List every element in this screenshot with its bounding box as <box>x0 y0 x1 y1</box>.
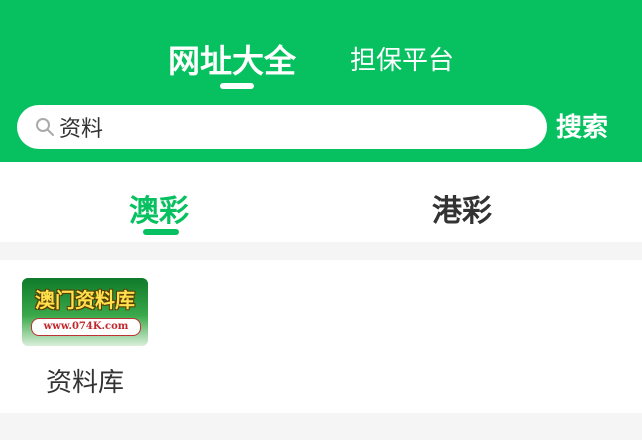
site-grid: 澳门资料库 www.074K.com 资料库 <box>0 260 642 413</box>
header: 网址大全 担保平台 搜索 <box>0 0 642 162</box>
search-input[interactable] <box>59 112 529 142</box>
category-tabs: 澳彩 港彩 <box>0 162 642 242</box>
thumbnail-url: www.074K.com <box>31 318 141 336</box>
site-thumbnail: 澳门资料库 www.074K.com <box>22 278 148 346</box>
active-tab-indicator <box>220 83 254 89</box>
active-category-indicator <box>143 229 179 235</box>
thumbnail-title: 澳门资料库 <box>35 288 135 312</box>
site-item-database[interactable]: 澳门资料库 www.074K.com 资料库 <box>20 278 150 398</box>
search-button[interactable]: 搜索 <box>556 108 622 148</box>
tab-guarantee-platform[interactable]: 担保平台 <box>350 40 454 77</box>
tab-macau-lottery[interactable]: 澳彩 <box>129 186 189 230</box>
site-item-label: 资料库 <box>45 368 124 398</box>
search-bar[interactable] <box>17 105 547 149</box>
tab-url-directory[interactable]: 网址大全 <box>168 36 296 82</box>
tab-hongkong-lottery[interactable]: 港彩 <box>432 186 492 230</box>
search-icon <box>35 117 55 137</box>
